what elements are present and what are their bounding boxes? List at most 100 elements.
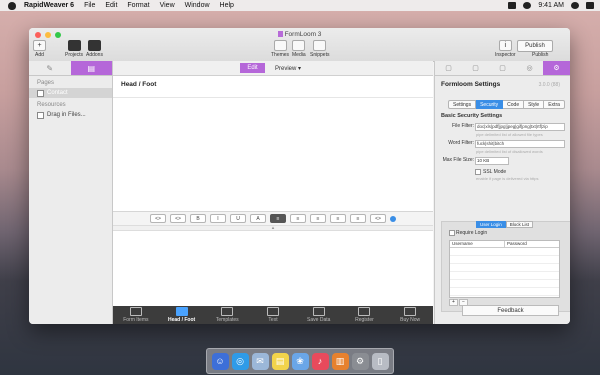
- menu-format[interactable]: Format: [127, 2, 149, 9]
- font-size-button[interactable]: A: [250, 214, 266, 223]
- page-settings-icon[interactable]: ▢: [462, 61, 489, 75]
- sidebar-item-drag-files[interactable]: Drag in Files...: [29, 110, 112, 120]
- tab-settings[interactable]: Settings: [448, 100, 477, 109]
- menu-clock[interactable]: 9:41 AM: [538, 2, 564, 9]
- indent-button[interactable]: ≡: [350, 214, 366, 223]
- tab-code[interactable]: Code: [503, 100, 525, 109]
- split-divider[interactable]: ▴: [113, 225, 433, 231]
- ssl-label: SSL Mode: [483, 169, 507, 175]
- templates-button[interactable]: Templates: [204, 306, 250, 324]
- tab-user-login[interactable]: User Login: [476, 221, 506, 228]
- wifi-icon[interactable]: [523, 2, 532, 9]
- file-filter-input[interactable]: doc|xls|pdf|jpg|jpeg|gif|png|txt|rtf|zip: [475, 123, 565, 131]
- align-left-button[interactable]: ≡: [270, 214, 286, 223]
- feedback-button[interactable]: Feedback: [462, 305, 559, 316]
- text-button[interactable]: Text: [250, 306, 296, 324]
- battery-icon[interactable]: [508, 2, 517, 9]
- safari-icon[interactable]: ◎: [231, 352, 249, 370]
- max-file-size-select[interactable]: 10 KB: [475, 157, 509, 165]
- tab-extra[interactable]: Extra: [544, 100, 565, 109]
- tab-security[interactable]: Security: [476, 100, 504, 109]
- html-button[interactable]: <>: [370, 214, 386, 223]
- user-table: Username Password: [449, 240, 560, 298]
- mail-icon[interactable]: ✉: [251, 352, 269, 370]
- table-row[interactable]: [450, 256, 559, 264]
- publish-button[interactable]: Publish: [517, 40, 553, 52]
- align-right-button[interactable]: ≡: [310, 214, 326, 223]
- table-row[interactable]: [450, 264, 559, 272]
- themes-button[interactable]: Themes: [271, 40, 289, 58]
- add-user-button[interactable]: +: [449, 299, 458, 306]
- header-settings-icon[interactable]: ▢: [489, 61, 516, 75]
- system-preferences-icon[interactable]: ⚙: [351, 352, 369, 370]
- code-button[interactable]: <>: [150, 214, 166, 223]
- menu-edit[interactable]: Edit: [105, 2, 117, 9]
- word-filter-help: pipe delimited list of disallowed words: [476, 149, 543, 154]
- link-button[interactable]: <>: [170, 214, 186, 223]
- add-button[interactable]: + Add: [33, 40, 46, 58]
- italic-button[interactable]: I: [210, 214, 226, 223]
- table-row[interactable]: [450, 272, 559, 280]
- col-username[interactable]: Username: [450, 241, 505, 247]
- templates-label: Templates: [215, 317, 239, 323]
- trash-icon[interactable]: ▯: [371, 352, 389, 370]
- notification-center-icon[interactable]: [586, 2, 594, 9]
- align-center-button[interactable]: ≡: [290, 214, 306, 223]
- table-row[interactable]: [450, 288, 559, 296]
- menu-view[interactable]: View: [160, 2, 175, 9]
- inspector-panel: ▢ ▢ ▢ ◎ ⚙ Formloom Settings 3.0.0 (88) S…: [434, 61, 570, 324]
- tab-block-list[interactable]: Block List: [505, 221, 534, 228]
- table-row[interactable]: [450, 248, 559, 256]
- buy-now-button[interactable]: Buy Now: [387, 306, 433, 324]
- form-items-button[interactable]: Form Items: [113, 306, 159, 324]
- word-filter-input[interactable]: fuck|shit|bitch: [475, 140, 565, 148]
- music-icon[interactable]: ♪: [311, 352, 329, 370]
- tab-preview[interactable]: Preview ▾: [268, 63, 308, 73]
- plugin-settings-icon[interactable]: ⚙: [543, 61, 570, 75]
- section-title: Basic Security Settings: [441, 113, 503, 119]
- head-foot-button[interactable]: Head / Foot: [159, 306, 205, 324]
- require-login-label: Require Login: [456, 230, 488, 236]
- version-label: 3.0.0 (88): [538, 82, 560, 88]
- col-password[interactable]: Password: [505, 241, 559, 247]
- login-panel: User Login Block List Require Login User…: [441, 221, 570, 312]
- spotlight-icon[interactable]: [571, 2, 579, 9]
- books-icon[interactable]: ▥: [331, 352, 349, 370]
- theme-settings-icon[interactable]: ◎: [516, 61, 543, 75]
- register-label: Register: [355, 317, 374, 323]
- document-icon: [277, 31, 283, 37]
- media-button[interactable]: Media: [292, 40, 306, 58]
- underline-button[interactable]: U: [230, 214, 246, 223]
- require-login-checkbox[interactable]: [449, 230, 455, 236]
- save-data-button[interactable]: Save Data: [296, 306, 342, 324]
- addons-button[interactable]: Addons: [86, 40, 103, 58]
- menu-help[interactable]: Help: [220, 2, 234, 9]
- finder-icon[interactable]: ☺: [211, 352, 229, 370]
- snippets-icon: [313, 40, 327, 51]
- table-row[interactable]: [450, 280, 559, 288]
- menu-app-name[interactable]: RapidWeaver 6: [24, 2, 74, 9]
- inspector-button[interactable]: i Inspector: [495, 40, 516, 58]
- menu-window[interactable]: Window: [185, 2, 210, 9]
- inspector-label: Inspector: [495, 52, 516, 58]
- inspector-tabs: ▢ ▢ ▢ ◎ ⚙: [435, 61, 570, 76]
- color-picker-icon[interactable]: [390, 215, 396, 222]
- tab-edit[interactable]: Edit: [240, 63, 265, 73]
- sidebar-item-contact[interactable]: Contact: [29, 88, 112, 98]
- register-button[interactable]: Register: [342, 306, 388, 324]
- photos-icon[interactable]: ❀: [291, 352, 309, 370]
- list-button[interactable]: ≡: [330, 214, 346, 223]
- general-settings-icon[interactable]: ▢: [435, 61, 462, 75]
- menu-file[interactable]: File: [84, 2, 95, 9]
- ssl-checkbox[interactable]: [475, 169, 481, 175]
- apple-icon[interactable]: [8, 1, 16, 10]
- snippets-button[interactable]: Snippets: [310, 40, 329, 58]
- projects-button[interactable]: Projects: [65, 40, 83, 58]
- wrench-icon[interactable]: ✎: [29, 61, 71, 75]
- pages-view-icon[interactable]: ▤: [70, 61, 112, 75]
- bold-button[interactable]: B: [190, 214, 206, 223]
- media-label: Media: [292, 52, 306, 58]
- notes-icon[interactable]: ▤: [271, 352, 289, 370]
- tab-style[interactable]: Style: [524, 100, 545, 109]
- publish-label: Publish: [532, 52, 549, 58]
